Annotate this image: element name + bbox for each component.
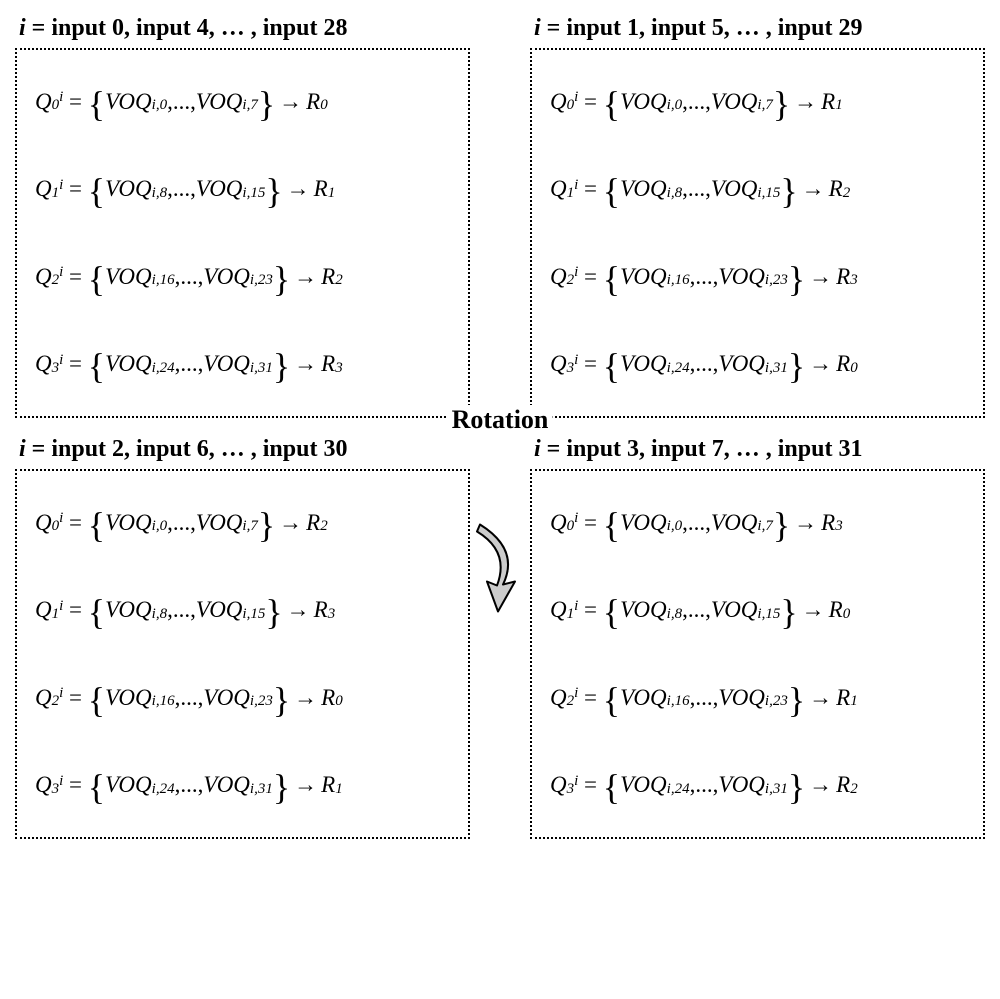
quad-0: i = input 0, input 4, … , input 28 Q0i =… (15, 15, 470, 418)
quad-1-eq-2: Q2i = { VOQi,16,..., VOQi,23 }→ R3 (550, 264, 973, 290)
rotation-label: Rotation (448, 405, 553, 435)
quad-1: i = input 1, input 5, … , input 29 Q0i =… (530, 15, 985, 418)
quad-0-eq-0: Q0i = { VOQi,0,..., VOQi,7 }→ R0 (35, 89, 458, 115)
quad-2: i = input 2, input 6, … , input 30 Q0i =… (15, 436, 470, 839)
quad-2-title-i: i (19, 436, 26, 462)
quad-1-box: Q0i = { VOQi,0,..., VOQi,7 }→ R1 Q1i = {… (530, 48, 985, 418)
quad-3: i = input 3, input 7, … , input 31 Q0i =… (530, 436, 985, 839)
quad-1-eq-0: Q0i = { VOQi,0,..., VOQi,7 }→ R1 (550, 89, 973, 115)
quad-2-eq-3: Q3i = { VOQi,24,..., VOQi,31 }→ R1 (35, 772, 458, 798)
quad-1-title: i = input 1, input 5, … , input 29 (534, 15, 985, 42)
quad-1-title-i: i (534, 15, 541, 41)
quad-3-title-i: i (534, 436, 541, 462)
quad-3-title: i = input 3, input 7, … , input 31 (534, 436, 985, 463)
quad-0-eq-1: Q1i = { VOQi,8,..., VOQi,15 }→ R1 (35, 176, 458, 202)
quad-2-box: Q0i = { VOQi,0,..., VOQi,7 }→ R2 Q1i = {… (15, 469, 470, 839)
quad-0-title-i: i (19, 15, 26, 41)
quad-2-eq-2: Q2i = { VOQi,16,..., VOQi,23 }→ R0 (35, 685, 458, 711)
quad-3-eq-1: Q1i = { VOQi,8,..., VOQi,15 }→ R0 (550, 597, 973, 623)
quad-0-box: Q0i = { VOQi,0,..., VOQi,7 }→ R0 Q1i = {… (15, 48, 470, 418)
diagram-grid: i = input 0, input 4, … , input 28 Q0i =… (15, 15, 985, 839)
quad-0-title-text: = input 0, input 4, … , input 28 (26, 15, 348, 41)
quad-1-eq-3: Q3i = { VOQi,24,..., VOQi,31 }→ R0 (550, 351, 973, 377)
quad-2-eq-1: Q1i = { VOQi,8,..., VOQi,15 }→ R3 (35, 597, 458, 623)
quad-1-eq-1: Q1i = { VOQi,8,..., VOQi,15 }→ R2 (550, 176, 973, 202)
quad-2-title: i = input 2, input 6, … , input 30 (19, 436, 470, 463)
quad-2-title-text: = input 2, input 6, … , input 30 (26, 436, 348, 462)
quad-0-title: i = input 0, input 4, … , input 28 (19, 15, 470, 42)
quad-3-eq-0: Q0i = { VOQi,0,..., VOQi,7 }→ R3 (550, 510, 973, 536)
rotation-arrow-icon (465, 510, 535, 625)
quad-3-eq-2: Q2i = { VOQi,16,..., VOQi,23 }→ R1 (550, 685, 973, 711)
quad-1-title-text: = input 1, input 5, … , input 29 (541, 15, 863, 41)
quad-3-box: Q0i = { VOQi,0,..., VOQi,7 }→ R3 Q1i = {… (530, 469, 985, 839)
quad-3-eq-3: Q3i = { VOQi,24,..., VOQi,31 }→ R2 (550, 772, 973, 798)
quad-0-eq-3: Q3i = { VOQi,24,..., VOQi,31 }→ R3 (35, 351, 458, 377)
quad-2-eq-0: Q0i = { VOQi,0,..., VOQi,7 }→ R2 (35, 510, 458, 536)
quad-3-title-text: = input 3, input 7, … , input 31 (541, 436, 863, 462)
quad-0-eq-2: Q2i = { VOQi,16,..., VOQi,23 }→ R2 (35, 264, 458, 290)
